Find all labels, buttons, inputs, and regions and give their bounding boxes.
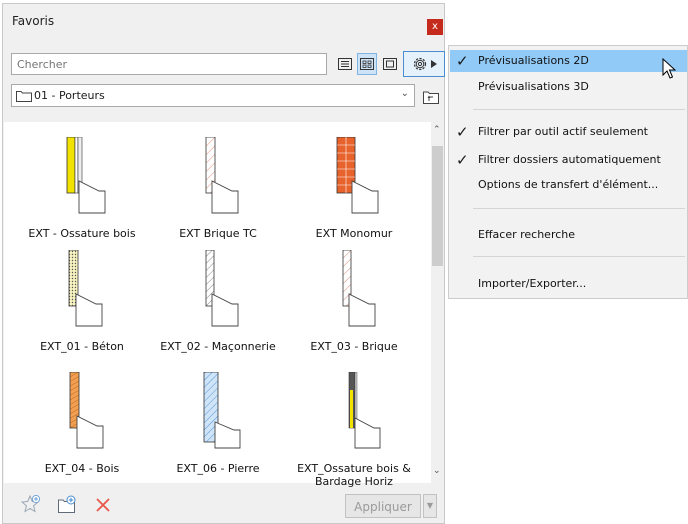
menu-item-label: Prévisualisations 2D <box>478 54 589 67</box>
bottom-toolbar: Appliquer ▼ <box>3 484 444 524</box>
checkmark-icon: ✓ <box>456 151 469 169</box>
favorite-label: EXT - Ossature bois <box>28 227 136 240</box>
folder-dropdown[interactable]: 01 - Porteurs ⌄ <box>11 84 415 107</box>
folder-up-icon <box>423 91 439 104</box>
menu-item-label: Importer/Exporter... <box>478 277 587 290</box>
menu-item-2d-previews[interactable]: ✓ Prévisualisations 2D <box>450 50 687 72</box>
menu-item-filter-active-tool[interactable]: ✓ Filtrer par outil actif seulement <box>450 121 687 143</box>
menu-item-filter-folders[interactable]: ✓ Filtrer dossiers automatiquement <box>450 149 687 171</box>
favorites-palette: Favoris x Chercher 01 - Porteurs ⌄ EXT -… <box>2 3 445 524</box>
list-view-button[interactable] <box>335 53 355 75</box>
favorite-item[interactable]: EXT_04 - Bois <box>18 372 146 482</box>
delete-icon[interactable] <box>95 497 111 513</box>
grid-view-icon <box>360 58 374 70</box>
add-favorite-icon[interactable] <box>21 494 43 516</box>
folder-up-button[interactable] <box>421 86 441 106</box>
favorite-item[interactable]: EXT Monomur <box>290 137 418 247</box>
favorite-item[interactable]: EXT_Ossature bois & Bardage Horiz <box>290 372 418 488</box>
chevron-down-icon: ⌄ <box>400 88 409 99</box>
menu-item-label: Options de transfert d'élément... <box>478 178 659 191</box>
favorite-item[interactable]: EXT Brique TC <box>154 137 282 247</box>
close-button[interactable]: x <box>427 19 443 35</box>
folder-name: 01 - Porteurs <box>34 89 105 102</box>
wall-preview <box>205 137 239 214</box>
wall-preview <box>336 137 379 214</box>
menu-item-label: Prévisualisations 3D <box>478 80 589 93</box>
favorite-item[interactable]: EXT_01 - Béton <box>18 250 146 360</box>
menu-separator <box>473 109 685 110</box>
palette-title: Favoris <box>12 14 55 28</box>
scroll-down-icon[interactable]: ⌄ <box>433 466 441 476</box>
close-icon: x <box>432 21 438 32</box>
vertical-scrollbar[interactable]: ⌃ ⌄ <box>431 122 444 483</box>
favorite-label: EXT Monomur <box>315 227 393 240</box>
scroll-thumb[interactable] <box>432 146 443 266</box>
chevron-down-icon: ▼ <box>426 501 434 510</box>
favorite-item[interactable]: EXT - Ossature bois <box>18 137 146 247</box>
gear-icon <box>413 57 427 71</box>
wall-preview <box>66 137 106 214</box>
apply-options-button[interactable]: ▼ <box>423 494 437 518</box>
search-input[interactable] <box>11 53 327 75</box>
favorite-item[interactable]: EXT_06 - Pierre <box>154 372 282 482</box>
favorite-label: EXT_01 - Béton <box>40 340 124 353</box>
submenu-arrow-icon <box>431 60 437 68</box>
favorite-label: EXT_03 - Brique <box>310 340 398 353</box>
favorite-label: EXT_04 - Bois <box>44 462 120 475</box>
mouse-cursor-icon <box>662 58 677 79</box>
wall-preview <box>342 250 376 327</box>
menu-item-label: Filtrer dossiers automatiquement <box>478 153 661 166</box>
menu-item-3d-previews[interactable]: Prévisualisations 3D <box>450 76 687 98</box>
checkmark-icon: ✓ <box>456 52 469 70</box>
wall-preview <box>69 372 104 449</box>
menu-item-transfer-options[interactable]: Options de transfert d'élément... <box>450 174 687 196</box>
checkmark-icon: ✓ <box>456 123 469 141</box>
folder-icon <box>16 91 32 102</box>
wall-preview <box>68 250 103 327</box>
title-bar: Favoris x <box>3 4 444 42</box>
menu-item-clear-search[interactable]: Effacer recherche <box>450 224 687 246</box>
settings-button[interactable] <box>403 51 445 77</box>
grid-view-button[interactable] <box>357 53 377 75</box>
apply-button[interactable]: Appliquer <box>345 494 421 518</box>
menu-item-import-export[interactable]: Importer/Exporter... <box>450 273 687 295</box>
menu-separator <box>473 256 685 257</box>
menu-item-label: Effacer recherche <box>478 228 576 241</box>
menu-item-label: Filtrer par outil actif seulement <box>478 125 648 138</box>
list-view-icon <box>338 58 352 70</box>
favorite-label: EXT_06 - Pierre <box>176 462 260 475</box>
favorites-grid: EXT - Ossature bois EXT Brique TC EXT Mo… <box>4 122 431 488</box>
favorite-item[interactable]: EXT_02 - Maçonnerie <box>154 250 282 360</box>
favorite-label: EXT_02 - Maçonnerie <box>160 340 276 353</box>
menu-separator <box>473 208 685 209</box>
scroll-up-icon[interactable]: ⌃ <box>433 125 441 135</box>
wall-preview <box>205 250 239 327</box>
single-view-button[interactable] <box>380 53 400 75</box>
options-menu: ✓ Prévisualisations 2D Prévisualisations… <box>448 45 688 299</box>
favorite-label: EXT Brique TC <box>179 227 257 240</box>
new-folder-icon[interactable] <box>57 494 79 516</box>
wall-preview <box>203 372 241 449</box>
single-view-icon <box>383 58 397 70</box>
favorite-item[interactable]: EXT_03 - Brique <box>290 250 418 360</box>
wall-preview <box>348 372 381 449</box>
